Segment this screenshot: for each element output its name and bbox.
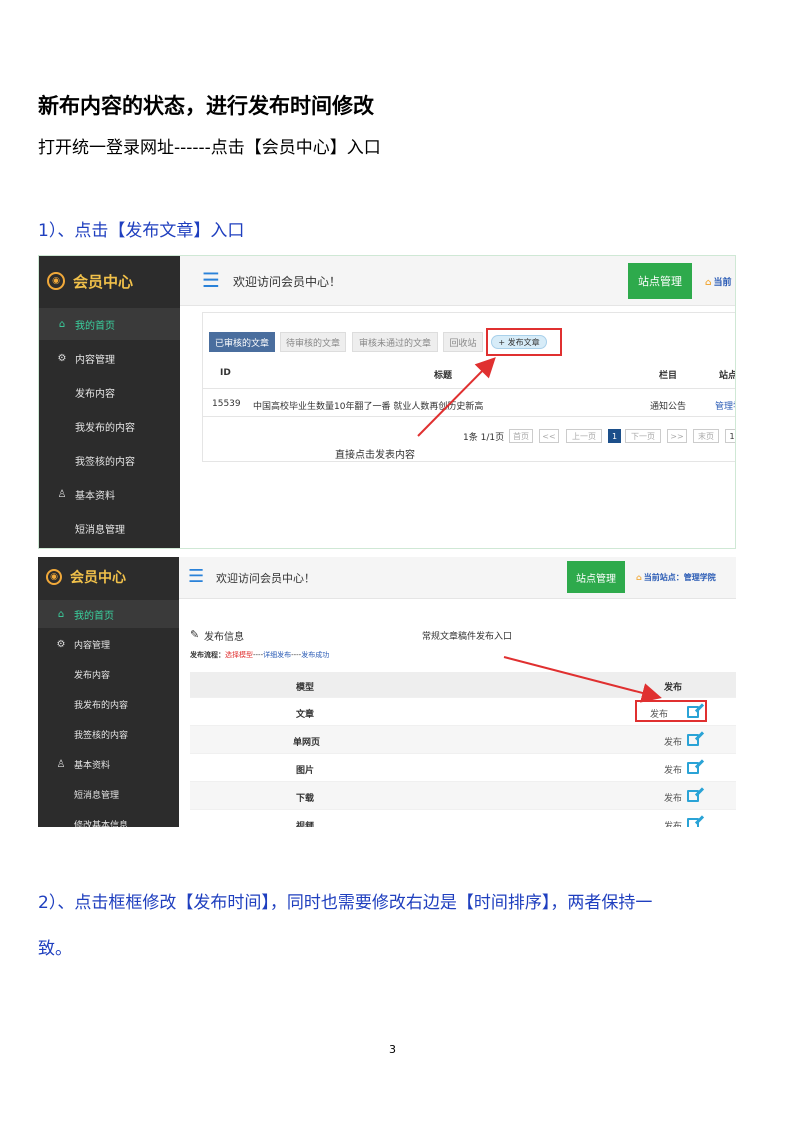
step2-line1: 2）、点击框框修改【发布时间】，同时也需要修改右边是【时间排序】，两者保持一 bbox=[38, 893, 653, 913]
step1-text: 1）、点击【发布文章】入口 bbox=[38, 221, 245, 241]
screenshot-member-center-publish: ◉ 会员中心 ⌂ 我的首页 ⚙ 内容管理 发布内容 我发布的内容 我签核的内容 ♙ 基… bbox=[38, 557, 736, 827]
annotation-arrow bbox=[503, 656, 662, 703]
intro-text: 打开统一登录网址------点击【会员中心】入口 bbox=[38, 138, 381, 158]
page-heading: 新布内容的状态，进行发布时间修改 bbox=[38, 94, 374, 118]
screenshot-member-center-articles: ◉ 会员中心 ⌂ 我的首页 ⚙ 内容管理 发布内容 我发布的内容 我签核的内容 ♙ 基… bbox=[38, 255, 736, 549]
annotation-text: 直接点击发表内容 bbox=[335, 450, 415, 461]
step2-line2: 致。 bbox=[38, 939, 72, 959]
step2-text: 2）、点击框框修改【发布时间】，同时也需要修改右边是【时间排序】，两者保持一 致… bbox=[38, 880, 652, 972]
page-number: 3 bbox=[389, 1043, 396, 1056]
annotation-arrow bbox=[417, 357, 496, 437]
